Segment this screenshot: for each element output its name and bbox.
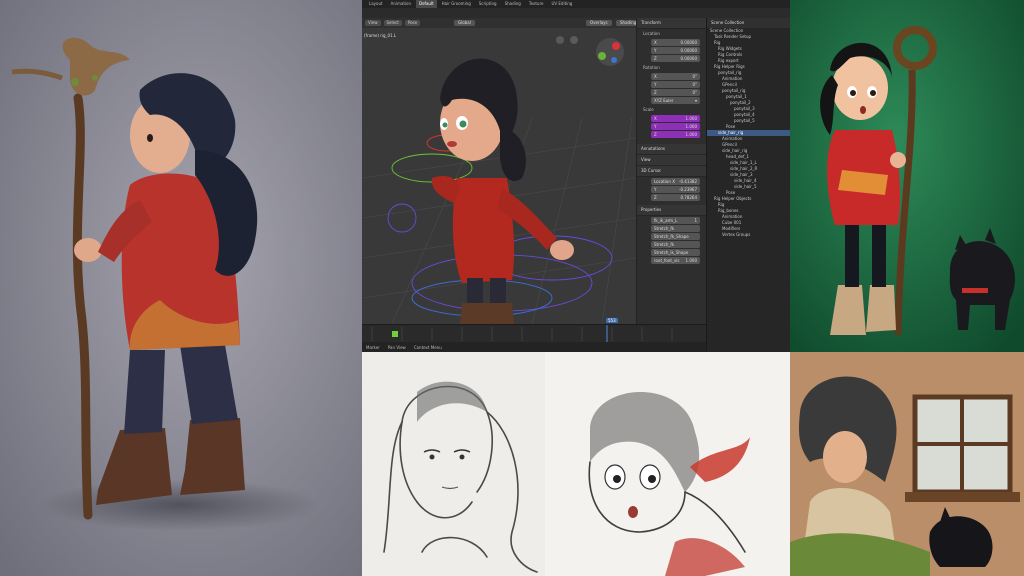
rotation-z-field[interactable]: Z 0° [651, 89, 700, 96]
location-label: Location [643, 31, 660, 36]
pose-menu[interactable]: Pose [404, 20, 421, 26]
viewport-info-text: (frame) rig_01.L [364, 33, 397, 38]
timeline[interactable] [362, 324, 706, 343]
overlays-dropdown[interactable]: Overlays [586, 20, 612, 26]
rotation-label: Rotation [643, 65, 660, 70]
color-illustration-girl-dog [790, 0, 1024, 352]
tab-uv-editing[interactable]: UV Editing [548, 0, 575, 8]
location-y-field[interactable]: Y 0.00000 [651, 47, 700, 54]
transform-header[interactable]: Transform [637, 18, 706, 29]
scale-y-field[interactable]: Y 1.000 [651, 123, 700, 130]
cursor-y-field[interactable]: Y -0.23967 [651, 186, 700, 193]
location-x-field[interactable]: X 0.00000 [651, 39, 700, 46]
blender-window: Layout Animation Default Hair Grooming S… [362, 0, 790, 352]
tab-default[interactable]: Default [416, 0, 437, 8]
outliner-panel: Scene Collection Scene Collection Task Re… [706, 18, 790, 352]
cursor-header[interactable]: 3D Cursor [637, 166, 706, 177]
cursor-x-field[interactable]: Location X -0.41382 [651, 178, 700, 185]
rotation-mode-dropdown[interactable]: XYZ Euler ▾ [651, 97, 700, 104]
view-menu[interactable]: View [365, 20, 381, 26]
artwork-collage: Layout Animation Default Hair Grooming S… [0, 0, 1024, 576]
tab-animation[interactable]: Animation [388, 0, 414, 8]
tab-texture[interactable]: Texture [526, 0, 547, 8]
property-field[interactable]: Stretch_ik_Shape [651, 249, 700, 256]
property-field[interactable]: root_foot_vis 1.000 [651, 257, 700, 264]
scale-x-field[interactable]: X 1.000 [651, 115, 700, 122]
render-3d-character [0, 0, 362, 576]
tab-shading[interactable]: Shading [502, 0, 524, 8]
rotation-y-field[interactable]: Y 0° [651, 81, 700, 88]
rotation-x-field[interactable]: X 0° [651, 73, 700, 80]
property-field[interactable]: Stretch_fk [651, 225, 700, 232]
pencil-sketch-surprised [545, 352, 790, 576]
tab-hair-grooming[interactable]: Hair Grooming [439, 0, 474, 8]
tab-scripting[interactable]: Scripting [476, 0, 500, 8]
location-z-field[interactable]: Z 0.00000 [651, 55, 700, 62]
transform-orientation-dropdown[interactable]: Global [454, 20, 475, 26]
property-field[interactable]: Stretch_fk_Shape [651, 233, 700, 240]
scale-z-field[interactable]: Z 1.000 [651, 131, 700, 138]
scale-label: Scale [643, 107, 654, 112]
cursor-z-field[interactable]: Z 0.78264 [651, 194, 700, 201]
status-context-menu: Context Menu [413, 344, 442, 350]
property-field[interactable]: fk_ik_arm_L 1 [651, 217, 700, 224]
3d-viewport[interactable] [362, 28, 636, 324]
workspace-tabs: Layout Animation Default Hair Grooming S… [362, 0, 790, 8]
outliner-item[interactable]: Vertex Groups [707, 232, 790, 238]
annotations-header[interactable]: Annotations [637, 144, 706, 155]
view-header[interactable]: View [637, 155, 706, 166]
tab-layout[interactable]: Layout [366, 0, 386, 8]
top-toolbar [362, 8, 790, 18]
watercolor-window-scene [790, 352, 1024, 576]
status-bar: Marker Pan View Context Menu [362, 342, 706, 352]
status-marker: Marker [366, 344, 380, 350]
current-frame-indicator[interactable]: 553 [606, 318, 618, 323]
outliner-title: Scene Collection [707, 18, 790, 28]
property-field[interactable]: Stretch_fk [651, 241, 700, 248]
select-menu[interactable]: Select [383, 20, 402, 26]
n-panel-sidebar: Transform Location X 0.00000 Y 0.00000 Z 0.… [636, 18, 706, 324]
status-pan-view: Pan View [387, 344, 406, 350]
outliner-list: Scene Collection Task Render Setup Rig Rig … [707, 28, 790, 238]
properties-header[interactable]: Properties [637, 205, 706, 216]
pencil-sketch-portrait [362, 352, 545, 576]
